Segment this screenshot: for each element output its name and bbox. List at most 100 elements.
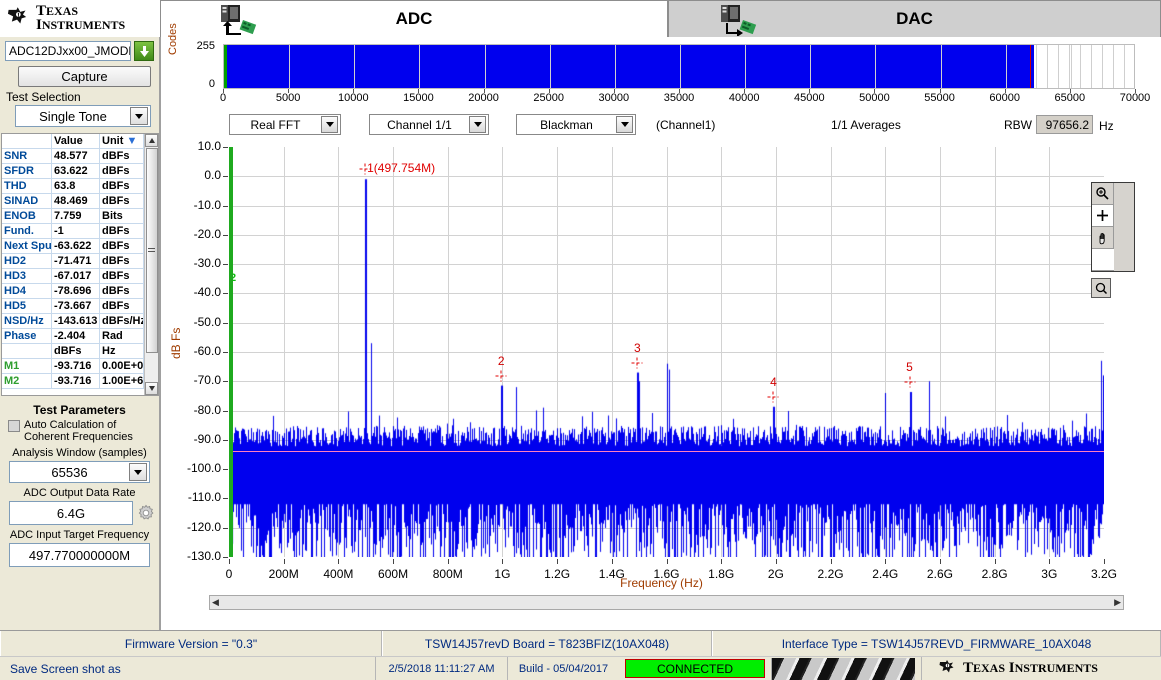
table-cell-unit: Hz — [100, 344, 144, 359]
fft-type-dropdown[interactable]: Real FFT — [229, 114, 341, 135]
input-freq-input[interactable]: 497.770000000M — [9, 543, 150, 567]
chevron-down-icon[interactable] — [616, 116, 633, 133]
table-row[interactable]: SFDR 63.622 dBFs — [2, 164, 144, 179]
codes-xtick-label: 60000 — [989, 92, 1020, 104]
codes-gridline — [1069, 45, 1070, 88]
window-function-dropdown[interactable]: Blackman — [516, 114, 636, 135]
codes-gridline — [1047, 45, 1048, 88]
analysis-window-dropdown[interactable]: 65536 — [9, 461, 150, 483]
marker-crosshair[interactable] — [767, 391, 779, 403]
fft-ytick-mark — [223, 234, 228, 236]
chevron-down-icon[interactable] — [469, 116, 486, 133]
codes-plot-area[interactable] — [223, 44, 1135, 89]
channel-dropdown[interactable]: Channel 1/1 — [369, 114, 489, 135]
fft-ytick-label: 0.0 — [204, 168, 221, 183]
ti-texas-logo-icon — [939, 659, 954, 672]
table-row[interactable]: Next Spur -63.622 dBFs — [2, 239, 144, 254]
codes-left-cursor[interactable] — [224, 45, 227, 88]
table-cell-val: -143.613 — [52, 314, 100, 329]
table-row[interactable]: Fund. -1 dBFs — [2, 224, 144, 239]
tab-dac[interactable]: DAC — [668, 0, 1161, 37]
fft-y-axis-line — [229, 147, 233, 557]
scroll-down-arrow[interactable] — [145, 382, 158, 395]
table-row[interactable]: SNR 48.577 dBFs — [2, 149, 144, 164]
rbw-unit: Hz — [1099, 119, 1114, 133]
fft-ytick-label: 10.0 — [197, 139, 221, 153]
table-row[interactable]: NSD/Hz -143.613 dBFs/Hz — [2, 314, 144, 329]
fft-tool-empty — [1092, 249, 1114, 271]
fft-ytick-mark — [223, 147, 228, 148]
column-header[interactable] — [2, 134, 52, 149]
zoom-magnifier-icon[interactable] — [1092, 183, 1114, 205]
codes-gridline — [549, 45, 551, 88]
table-row[interactable]: M2 -93.716 1.00E+6 — [2, 374, 144, 389]
codes-waveform-trace — [225, 45, 1034, 88]
table-row[interactable]: M1 -93.716 0.00E+0 — [2, 359, 144, 374]
table-row[interactable]: dBFs Hz — [2, 344, 144, 359]
plus-icon[interactable] — [1092, 205, 1114, 227]
scroll-left-arrow[interactable]: ◀ — [210, 597, 221, 608]
codes-xtick-label: 30000 — [598, 92, 630, 104]
table-cell-name: SINAD — [2, 194, 52, 209]
capture-button[interactable]: Capture — [18, 66, 151, 87]
column-header[interactable]: Unit ▼ — [100, 134, 144, 149]
filter-funnel-icon[interactable]: ▼ — [123, 135, 137, 147]
codes-gridline — [1091, 45, 1092, 88]
scroll-right-arrow[interactable]: ▶ — [1112, 597, 1123, 608]
table-row[interactable]: HD4 -78.696 dBFs — [2, 284, 144, 299]
chevron-down-icon[interactable] — [129, 463, 147, 481]
table-row[interactable]: HD3 -67.017 dBFs — [2, 269, 144, 284]
column-header[interactable]: Value — [52, 134, 100, 149]
chevron-down-icon[interactable] — [321, 116, 338, 133]
table-cell-unit: dBFs — [100, 254, 144, 269]
fft-ytick-mark — [223, 381, 228, 383]
table-row[interactable]: THD 63.8 dBFs — [2, 179, 144, 194]
table-row[interactable]: SINAD 48.469 dBFs — [2, 194, 144, 209]
device-name-input[interactable]: ADC12DJxx00_JMODE — [5, 41, 131, 61]
pan-hand-icon[interactable] — [1092, 227, 1114, 249]
codes-gridline — [1102, 45, 1103, 88]
codes-ytick-0: 0 — [208, 78, 215, 90]
results-table-scrollbar[interactable] — [144, 134, 158, 395]
tab-adc[interactable]: ADC — [160, 0, 668, 37]
marker-crosshair[interactable] — [904, 376, 916, 388]
table-row[interactable]: ENOB 7.759 Bits — [2, 209, 144, 224]
analysis-window-value: 65536 — [51, 464, 88, 480]
fft-ytick-label: -110.0 — [187, 490, 221, 505]
table-row[interactable]: Phase -2.404 Rad — [2, 329, 144, 344]
table-cell-name: Next Spur — [2, 239, 52, 254]
data-rate-input[interactable]: 6.4G — [9, 501, 133, 525]
table-cell-name: ENOB — [2, 209, 52, 224]
download-arrow-icon[interactable] — [134, 41, 154, 61]
codes-gridline — [745, 45, 747, 88]
save-screenshot-label[interactable]: Save Screen shot as — [0, 662, 375, 676]
test-selection-dropdown[interactable]: Single Tone — [15, 105, 151, 127]
table-row[interactable]: HD5 -73.667 dBFs — [2, 299, 144, 314]
results-table-body: Value Unit ▼ SNR 48.577 dBFs SFDR 63.622 dBFs TH… — [2, 134, 144, 395]
window-function-value: Blackman — [540, 117, 593, 132]
codes-gridline — [680, 45, 681, 88]
auto-calc-checkbox[interactable] — [8, 420, 20, 432]
scroll-up-arrow[interactable] — [145, 134, 158, 147]
gear-icon[interactable] — [137, 504, 155, 522]
fft-xtick-mark — [338, 559, 340, 564]
build-date: Build - 05/04/2017 — [507, 657, 619, 680]
codes-y-axis-label: Codes — [167, 23, 179, 55]
table-row[interactable]: HD2 -71.471 dBFs — [2, 254, 144, 269]
table-cell-val: -67.017 — [52, 269, 100, 284]
scrollbar-thumb[interactable] — [145, 148, 158, 353]
marker-crosshair[interactable] — [495, 370, 507, 382]
marker-crosshair[interactable] — [631, 357, 643, 369]
table-cell-val: 48.469 — [52, 194, 100, 209]
reset-zoom-icon[interactable] — [1091, 278, 1111, 298]
fft-ytick-label: -50.0 — [193, 314, 221, 329]
codes-xtick-label: 70000 — [1119, 92, 1151, 104]
main-content: Codes 255 0 0 5000 10000 15000 20000 25000 300… — [160, 23, 1161, 630]
fft-horizontal-scrollbar[interactable]: ◀ ▶ — [209, 595, 1124, 610]
fft-plot-area[interactable]: 2 1(497.754M) 2 3 4 5 — [229, 147, 1104, 557]
chevron-down-icon[interactable] — [130, 107, 148, 125]
codes-gridline — [1058, 45, 1059, 88]
table-cell-unit: dBFs/Hz — [100, 314, 144, 329]
auto-calc-checkbox-row[interactable]: Auto Calculation of Coherent Frequencies — [0, 417, 159, 443]
codes-xtick-mark — [613, 89, 615, 93]
